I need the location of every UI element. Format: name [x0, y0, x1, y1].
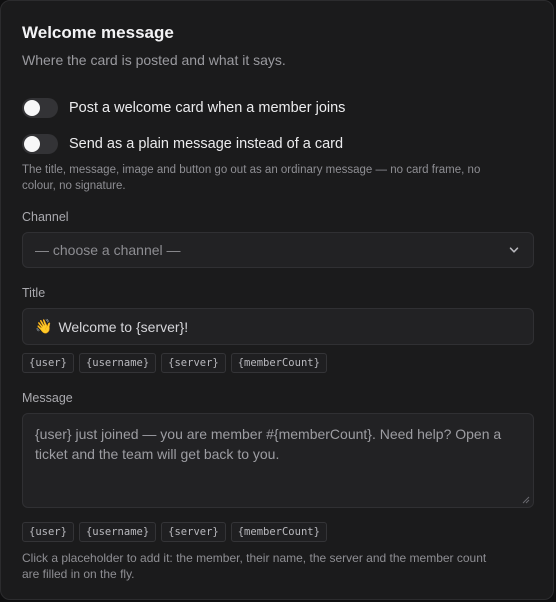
- plain-message-hint: The title, message, image and button go …: [22, 162, 536, 194]
- message-line: ticket and the team will get back to you…: [35, 446, 280, 462]
- hint-line: colour, no signature.: [22, 180, 126, 192]
- post-welcome-toggle[interactable]: [22, 98, 58, 118]
- placeholder-chip-user[interactable]: {user}: [22, 522, 74, 542]
- title-input-value: Welcome to {server}!: [58, 318, 189, 335]
- placeholder-chip-username[interactable]: {username}: [78, 353, 157, 373]
- section-title: Welcome message: [22, 23, 174, 42]
- hint-line: are filled in on the fly.: [22, 567, 135, 581]
- placeholder-hint: Click a placeholder to add it: the membe…: [22, 550, 536, 582]
- placeholder-chip-username[interactable]: {username}: [78, 522, 157, 542]
- message-placeholder-chips: {user} {username} {server} {memberCount}: [22, 522, 327, 542]
- message-textarea[interactable]: {user} just joined — you are member #{me…: [22, 413, 534, 508]
- channel-label: Channel: [22, 210, 69, 224]
- channel-select[interactable]: — choose a channel —: [22, 232, 534, 268]
- section-subtitle: Where the card is posted and what it say…: [22, 52, 286, 68]
- chevron-down-icon: [509, 247, 519, 253]
- title-label: Title: [22, 286, 46, 300]
- resize-grip-icon[interactable]: [522, 496, 530, 504]
- toggle-knob: [24, 136, 40, 152]
- post-welcome-toggle-row[interactable]: Post a welcome card when a member joins: [22, 97, 345, 119]
- channel-select-value: — choose a channel —: [35, 242, 181, 258]
- hint-line: The title, message, image and button go …: [22, 164, 481, 176]
- placeholder-chip-server[interactable]: {server}: [161, 353, 226, 373]
- message-line: {user} just joined — you are member #{me…: [35, 426, 502, 442]
- title-input[interactable]: 👋 Welcome to {server}!: [22, 308, 534, 345]
- waving-hand-icon: 👋: [35, 318, 53, 334]
- post-welcome-toggle-label: Post a welcome card when a member joins: [69, 100, 346, 116]
- hint-line: Click a placeholder to add it: the membe…: [22, 551, 487, 565]
- plain-message-toggle-label: Send as a plain message instead of a car…: [69, 136, 344, 152]
- placeholder-chip-server[interactable]: {server}: [161, 522, 226, 542]
- welcome-message-panel: Welcome message Where the card is posted…: [0, 0, 554, 600]
- placeholder-chip-user[interactable]: {user}: [22, 353, 74, 373]
- placeholder-chip-membercount[interactable]: {memberCount}: [230, 353, 327, 373]
- toggle-knob: [24, 100, 40, 116]
- plain-message-toggle-row[interactable]: Send as a plain message instead of a car…: [22, 133, 343, 155]
- message-label: Message: [22, 391, 73, 405]
- title-placeholder-chips: {user} {username} {server} {memberCount}: [22, 353, 327, 373]
- placeholder-chip-membercount[interactable]: {memberCount}: [230, 522, 327, 542]
- plain-message-toggle[interactable]: [22, 134, 58, 154]
